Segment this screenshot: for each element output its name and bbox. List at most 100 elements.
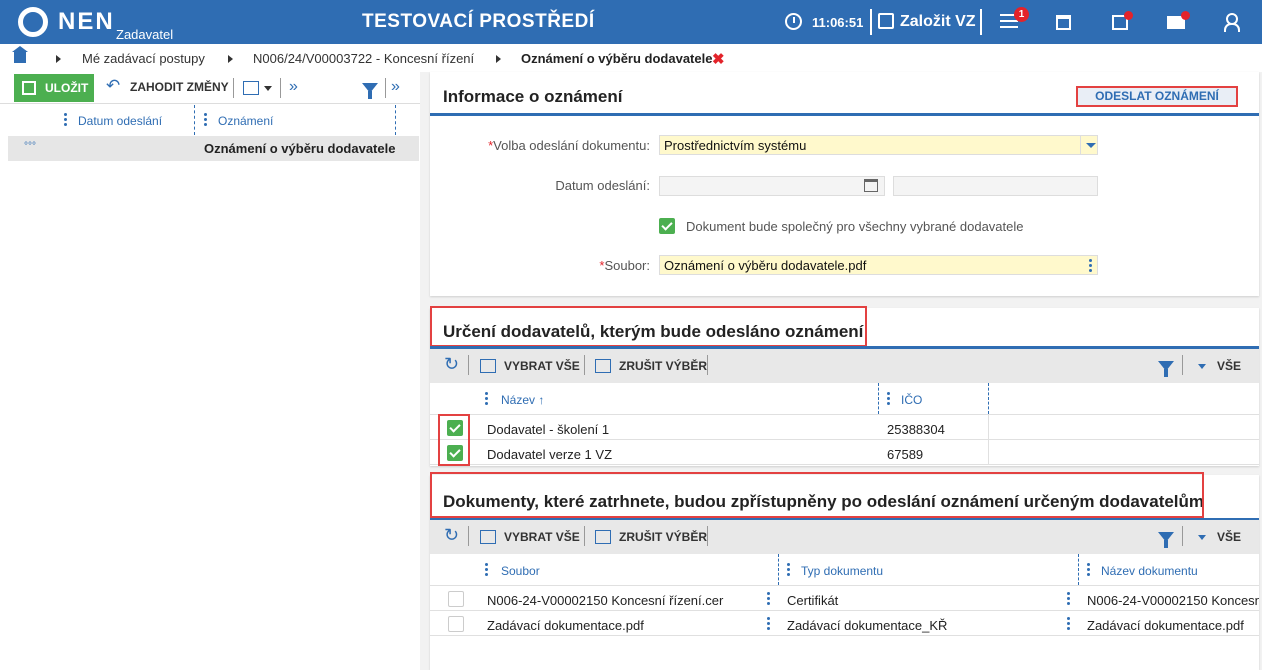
filter-all-button[interactable]: VŠE xyxy=(1217,359,1241,373)
clock-icon xyxy=(785,13,802,30)
send-notice-button[interactable]: ODESLAT OZNÁMENÍ xyxy=(1076,86,1238,107)
column-menu-icon[interactable] xyxy=(887,392,890,407)
session-clock: 11:06:51 xyxy=(812,15,864,30)
column-menu-icon[interactable] xyxy=(787,563,790,578)
chevron-right-icon xyxy=(56,55,61,63)
column-notice[interactable]: Oznámení xyxy=(218,114,273,128)
cell-menu-icon[interactable] xyxy=(1067,592,1070,607)
logo-subtitle: Zadavatel xyxy=(116,27,174,42)
chevron-down-icon[interactable] xyxy=(1198,535,1206,540)
column-menu-icon[interactable] xyxy=(64,113,67,128)
breadcrumb: Mé zadávací postupy N006/24/V00003722 - … xyxy=(0,44,1262,72)
row-divider xyxy=(430,635,1259,636)
filter-icon[interactable] xyxy=(1158,532,1174,548)
create-contract-button[interactable]: Založit VZ xyxy=(900,13,976,31)
column-date[interactable]: Datum odeslání xyxy=(78,114,162,128)
supplier-name: Dodavatel - školení 1 xyxy=(487,422,610,437)
filter-icon[interactable] xyxy=(362,83,378,99)
save-icon xyxy=(22,81,36,95)
edit-icon[interactable] xyxy=(878,13,894,29)
column-divider[interactable] xyxy=(988,383,989,414)
table-row[interactable]: °°° Oznámení o výběru dodavatele xyxy=(8,136,419,161)
left-pane: ULOŽIT ↶ ZAHODIT ZMĚNY » » Datum odeslán… xyxy=(0,72,420,670)
file-menu-icon[interactable] xyxy=(1089,259,1092,274)
logo-text[interactable]: NEN xyxy=(58,8,115,36)
select-all-button[interactable]: VYBRAT VŠE xyxy=(504,530,580,544)
deselect-icon xyxy=(595,359,611,373)
refresh-icon[interactable]: ↻ xyxy=(444,354,459,375)
row-menu-icon[interactable]: °°° xyxy=(24,141,36,152)
column-file[interactable]: Soubor xyxy=(501,564,540,578)
expand-icon[interactable]: » xyxy=(289,78,298,96)
document-checkbox[interactable] xyxy=(448,591,464,607)
cell-menu-icon[interactable] xyxy=(767,617,770,632)
column-divider[interactable] xyxy=(1078,554,1079,585)
document-checkbox[interactable] xyxy=(448,616,464,632)
deselect-button[interactable]: ZRUŠIT VÝBĚR xyxy=(619,530,707,544)
doc-send-select[interactable]: Prostřednictvím systému xyxy=(659,135,1098,155)
column-name[interactable]: Název ↑ xyxy=(501,393,544,407)
breadcrumb-item[interactable]: N006/24/V00003722 - Koncesní řízení xyxy=(253,51,474,66)
calendar-picker-icon[interactable] xyxy=(864,179,878,192)
select-all-button[interactable]: VYBRAT VŠE xyxy=(504,359,580,373)
deselect-button[interactable]: ZRUŠIT VÝBĚR xyxy=(619,359,707,373)
documents-grid: Soubor Typ dokumentu Název dokumentu N00… xyxy=(430,554,1259,670)
home-icon[interactable] xyxy=(12,46,28,63)
select-all-icon xyxy=(480,530,496,544)
chevron-down-icon[interactable] xyxy=(1198,364,1206,369)
deselect-icon xyxy=(595,530,611,544)
collapse-panel-icon[interactable]: » xyxy=(391,78,400,96)
divider xyxy=(707,355,708,375)
section-rule xyxy=(430,113,1259,116)
breadcrumb-item[interactable]: Mé zadávací postupy xyxy=(82,51,205,66)
supplier-ico: 25388304 xyxy=(887,422,945,437)
column-doc-type[interactable]: Typ dokumentu xyxy=(801,564,883,578)
divider xyxy=(707,526,708,546)
file-field[interactable]: Oznámení o výběru dodavatele.pdf xyxy=(659,255,1098,275)
divider xyxy=(233,78,234,98)
filter-icon[interactable] xyxy=(1158,361,1174,377)
time-input[interactable] xyxy=(893,176,1098,196)
column-doc-name[interactable]: Název dokumentu xyxy=(1101,564,1198,578)
column-ico[interactable]: IČO xyxy=(901,393,922,407)
breadcrumb-current: Oznámení o výběru dodavatele xyxy=(521,51,713,66)
column-menu-icon[interactable] xyxy=(485,392,488,407)
column-menu-icon[interactable] xyxy=(204,113,207,128)
select-toggle[interactable] xyxy=(1080,135,1098,155)
left-table-header: Datum odeslání Oznámení xyxy=(0,105,420,135)
common-document-checkbox[interactable] xyxy=(659,218,675,234)
save-button[interactable]: ULOŽIT xyxy=(14,74,94,102)
undo-icon[interactable]: ↶ xyxy=(106,76,120,96)
inbox-alert-dot xyxy=(1124,11,1133,20)
column-divider[interactable] xyxy=(878,383,879,414)
close-tab-icon[interactable]: ✖ xyxy=(712,50,725,68)
column-divider[interactable] xyxy=(194,105,195,135)
suppliers-toolbar: ↻ VYBRAT VŠE ZRUŠIT VÝBĚR VŠE xyxy=(430,349,1259,383)
chevron-down-icon xyxy=(1086,143,1096,148)
highlight-box xyxy=(430,472,1204,518)
row-notice: Oznámení o výběru dodavatele xyxy=(204,141,396,156)
info-card: Informace o oznámení ODESLAT OZNÁMENÍ *V… xyxy=(430,72,1259,296)
column-menu-icon[interactable] xyxy=(1087,563,1090,578)
discard-changes-button[interactable]: ZAHODIT ZMĚNY xyxy=(130,80,229,94)
column-divider[interactable] xyxy=(778,554,779,585)
divider xyxy=(1182,526,1183,546)
chevron-down-icon[interactable] xyxy=(264,86,272,91)
supplier-ico: 67589 xyxy=(887,447,924,462)
calendar-icon[interactable] xyxy=(1056,15,1071,30)
mail-alert-dot xyxy=(1181,11,1190,20)
refresh-icon[interactable]: ↻ xyxy=(444,525,459,546)
cell-menu-icon[interactable] xyxy=(1067,617,1070,632)
divider xyxy=(584,526,585,546)
column-divider[interactable] xyxy=(395,105,396,135)
column-menu-icon[interactable] xyxy=(485,563,488,578)
date-input[interactable] xyxy=(659,176,885,196)
environment-title: TESTOVACÍ PROSTŘEDÍ xyxy=(362,11,595,32)
highlight-box xyxy=(430,306,867,347)
nen-logo-icon[interactable] xyxy=(18,7,48,37)
user-icon[interactable] xyxy=(1224,13,1240,32)
filter-all-button[interactable]: VŠE xyxy=(1217,530,1241,544)
row-divider xyxy=(430,414,1259,415)
cell-menu-icon[interactable] xyxy=(767,592,770,607)
print-icon[interactable] xyxy=(243,81,259,95)
